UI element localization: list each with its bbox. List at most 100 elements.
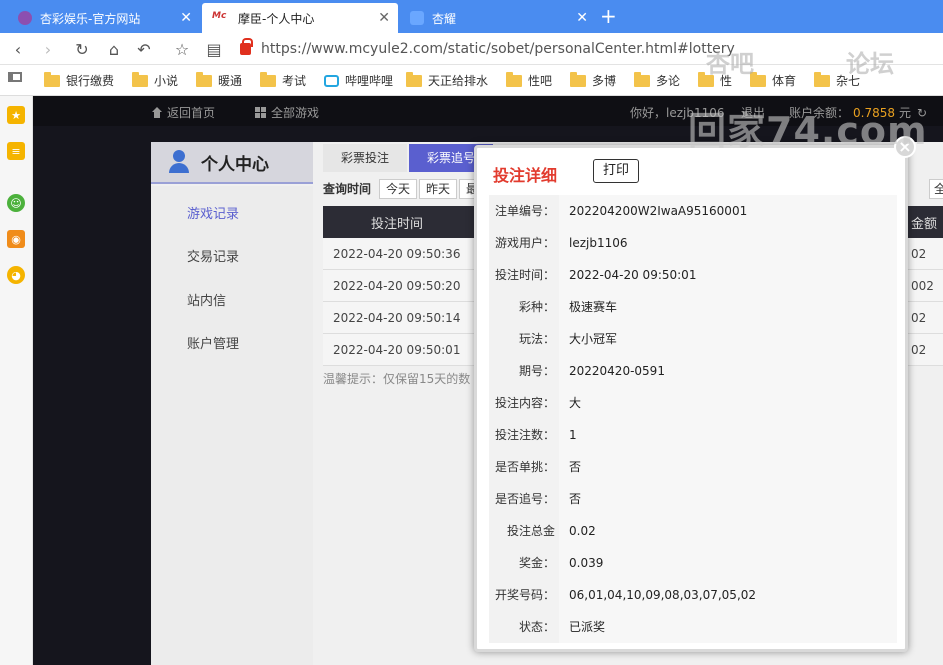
bookmark-item[interactable]: 考试 — [260, 71, 306, 89]
bookmark-item[interactable]: 哔哩哔哩 — [324, 72, 393, 89]
row-time: 2022-04-20 09:50:14 — [333, 310, 461, 325]
modal-title: 投注详细 — [493, 166, 558, 185]
balance-label: 账户余额： — [789, 106, 850, 120]
bookmark-item[interactable]: 体育 — [750, 71, 796, 89]
row-time: 2022-04-20 09:50:20 — [333, 278, 461, 293]
folder-icon — [698, 71, 714, 87]
tab-lottery-bets[interactable]: 彩票投注 — [323, 144, 407, 172]
detail-row: 投注注数： 1 — [489, 419, 897, 451]
logout-link[interactable]: 退出 — [741, 104, 765, 121]
detail-row: 是否追号：否 — [489, 483, 897, 515]
logout-label: 退出 — [741, 106, 766, 120]
forward-icon[interactable]: › — [38, 39, 58, 59]
print-button[interactable]: 打印 — [593, 159, 639, 183]
browser-nav-bar: ‹ › ↻ ⌂ ↶ ☆ ▤ https://www.mcyule2.com/st… — [0, 33, 943, 65]
undo-icon[interactable]: ↶ — [134, 39, 154, 59]
detail-row: 彩种： 极速赛车 — [489, 291, 897, 323]
all-games-label: 全部游戏 — [271, 106, 320, 120]
all-games-link[interactable]: 全部游戏 — [255, 104, 319, 121]
refresh-icon[interactable]: ↻ — [917, 106, 927, 120]
folder-icon — [506, 71, 522, 87]
detail-row: 投注总金额：0.02 — [489, 515, 897, 570]
detail-label: 投注内容： — [489, 387, 559, 419]
site-top-nav: 返回首页 全部游戏 你好，lezjb1106 退出 账户余额： 0.7858 元… — [33, 96, 943, 126]
favorite-star-icon[interactable]: ☆ — [172, 39, 192, 59]
tab-title: 摩臣-个人中心 — [238, 11, 315, 26]
bookmark-item[interactable]: 多博 — [570, 71, 617, 89]
site-favicon-icon — [410, 11, 424, 25]
bookmark-item[interactable]: 多论 — [634, 71, 681, 89]
menu-item-messages[interactable]: 站内信 — [187, 290, 226, 309]
detail-row: 奖金： 0.039 — [489, 547, 897, 579]
detail-value: 极速赛车 — [559, 291, 897, 323]
bookmark-item[interactable]: 银行缴费 — [44, 71, 114, 89]
user-icon — [169, 150, 189, 174]
bookmark-label: 多博 — [592, 74, 617, 88]
detail-label: 状态： — [489, 611, 559, 643]
reader-icon[interactable]: ▤ — [204, 39, 224, 59]
detail-row: 期号： 20220420-0591 — [489, 355, 897, 387]
weibo-icon[interactable]: ◕ — [7, 266, 25, 284]
browser-tab-bar: 杏彩娱乐-官方网站 ✕ Mc 摩臣-个人中心 ✕ 杏耀 ✕ + — [0, 0, 943, 33]
detail-label: 是否单挑： — [489, 451, 559, 483]
detail-row: 状态： 已派奖 — [489, 611, 897, 643]
user-greeting: 你好，lezjb1106 — [630, 104, 725, 121]
row-time: 2022-04-20 09:50:01 — [333, 342, 461, 357]
grid-icon — [255, 107, 266, 118]
close-tab-icon[interactable]: ✕ — [378, 10, 390, 26]
folder-icon — [132, 71, 148, 87]
modal-close-icon[interactable]: × — [894, 136, 916, 158]
folder-icon — [814, 71, 830, 87]
url-text: https://www.mcyule2.com/static/sobet/per… — [261, 41, 735, 57]
filter-today-button[interactable]: 今天 — [379, 179, 418, 199]
home-link-label: 返回首页 — [167, 106, 216, 120]
filter-all-button[interactable]: 全 — [929, 179, 943, 199]
bookmark-label: 杂七 — [836, 74, 861, 88]
bookmark-label: 天正给排水 — [428, 74, 489, 88]
bookmark-item[interactable]: 小说 — [132, 71, 178, 89]
back-icon[interactable]: ‹ — [8, 39, 28, 59]
folder-icon — [260, 71, 276, 87]
detail-label: 期号： — [489, 355, 559, 387]
rss-icon[interactable]: ◉ — [7, 230, 25, 248]
close-tab-icon[interactable]: ✕ — [576, 10, 588, 26]
menu-item-game-records[interactable]: 游戏记录 — [187, 203, 239, 222]
filter-yesterday-button[interactable]: 昨天 — [419, 179, 458, 199]
home-link[interactable]: 返回首页 — [151, 104, 215, 121]
detail-value: 0.039 — [559, 547, 897, 579]
tab-title: 杏彩娱乐-官方网站 — [40, 11, 141, 26]
reload-icon[interactable]: ↻ — [72, 39, 92, 59]
detail-value: 否 — [559, 483, 897, 515]
bookmark-item[interactable]: 杂七 — [814, 71, 861, 89]
address-bar[interactable]: https://www.mcyule2.com/static/sobet/per… — [240, 37, 940, 61]
detail-label: 是否追号： — [489, 483, 559, 515]
detail-label: 投注注数： — [489, 419, 559, 451]
home-icon[interactable]: ⌂ — [104, 39, 124, 59]
new-tab-icon[interactable]: + — [600, 4, 617, 28]
bookmark-label: 多论 — [656, 74, 681, 88]
detail-value: 20220420-0591 — [559, 355, 897, 387]
detail-label: 游戏用户： — [489, 227, 559, 259]
house-icon — [151, 107, 163, 118]
menu-item-transactions[interactable]: 交易记录 — [187, 246, 239, 265]
browser-tab-3[interactable]: 杏耀 ✕ — [400, 3, 596, 33]
close-tab-icon[interactable]: ✕ — [180, 10, 192, 26]
browser-tab-2[interactable]: Mc 摩臣-个人中心 ✕ — [202, 3, 398, 33]
detail-row: 注单编号： 202204200W2IwaA95160001 — [489, 195, 897, 227]
bookmark-item[interactable]: 性吧 — [506, 71, 552, 89]
bookmark-item[interactable]: 天正给排水 — [406, 71, 489, 89]
browser-tab-1[interactable]: 杏彩娱乐-官方网站 ✕ — [8, 3, 200, 33]
game-face-icon[interactable]: ☺ — [7, 194, 25, 212]
bet-detail-table: 注单编号： 202204200W2IwaA95160001 游戏用户： lezjb1… — [489, 195, 897, 643]
favorites-star-icon[interactable]: ★ — [7, 106, 25, 124]
bookmark-item[interactable]: 暖通 — [196, 71, 242, 89]
bookmark-item[interactable]: 性 — [698, 71, 732, 89]
bookmarks-toggle-icon[interactable] — [8, 72, 22, 82]
tab-title: 杏耀 — [432, 11, 457, 26]
notes-icon[interactable]: ≡ — [7, 142, 25, 160]
folder-icon — [406, 71, 422, 87]
folder-icon — [634, 71, 650, 87]
detail-row: 开奖号码： 06,01,04,10,09,08,03,07,05,02 — [489, 579, 897, 611]
folder-icon — [196, 71, 212, 87]
menu-item-account[interactable]: 账户管理 — [187, 333, 239, 352]
